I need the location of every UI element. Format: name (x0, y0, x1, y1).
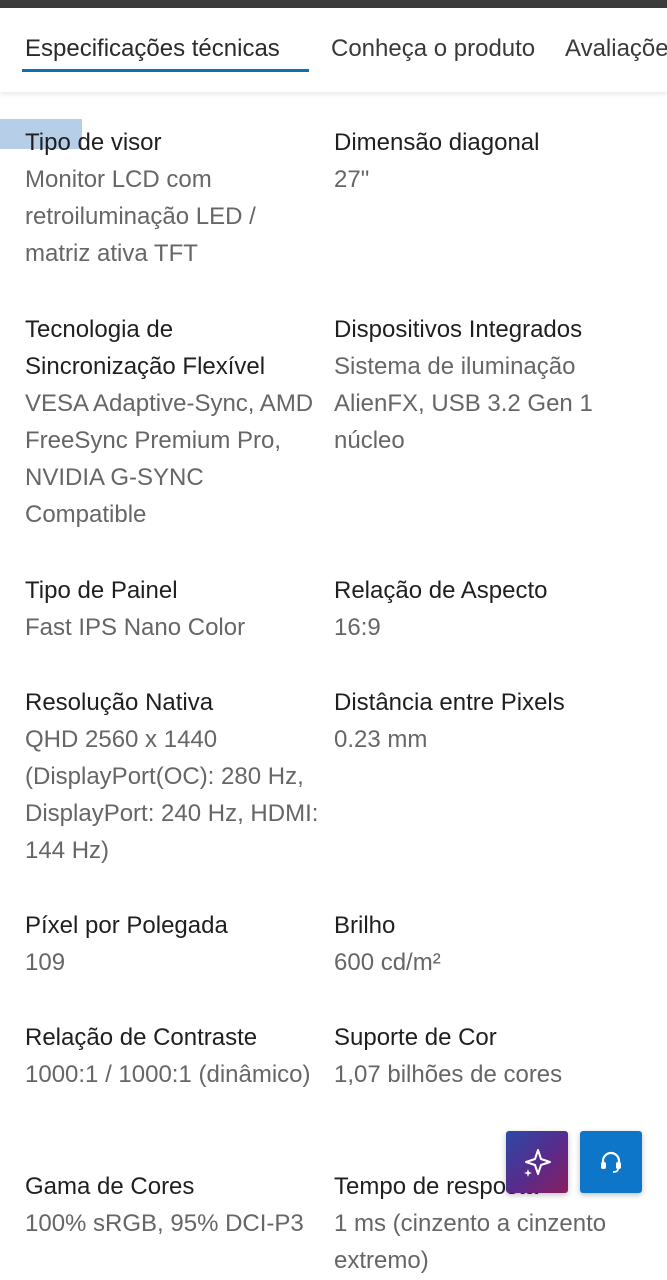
spec-value: 16:9 (334, 614, 381, 641)
spec-relacao-contraste: Relação de Contraste 1000:1 / 1000:1 (di… (25, 1019, 325, 1093)
spec-label: Tipo de Painel (25, 577, 178, 604)
active-tab-indicator (22, 69, 309, 72)
spec-gama-de-cores: Gama de Cores 100% sRGB, 95% DCI-P3 (25, 1168, 325, 1242)
spec-label: Gama de Cores (25, 1173, 195, 1200)
spec-label: Relação de Contraste (25, 1024, 258, 1051)
spec-distancia-pixels: Distância entre Pixels 0.23 mm (334, 684, 634, 758)
spec-value: 1,07 bilhões de cores (334, 1061, 563, 1088)
spec-label: Tipo de visor (25, 129, 162, 156)
tab-avaliacoes[interactable]: Avaliações (565, 32, 667, 66)
spec-label: Suporte de Cor (334, 1024, 497, 1051)
spec-value: 0.23 mm (334, 726, 428, 753)
tab-especificacoes[interactable]: Especificações técnicas (25, 32, 280, 66)
spec-tecnologia-sincronizacao: Tecnologia de Sincronização Flexível VES… (25, 311, 325, 533)
spec-value: 1000:1 / 1000:1 (dinâmico) (25, 1061, 311, 1088)
spec-tipo-de-painel: Tipo de Painel Fast IPS Nano Color (25, 572, 325, 646)
spec-value: Monitor LCD com retroiluminação LED / ma… (25, 166, 256, 267)
spec-tipo-de-visor: Tipo de visor Monitor LCD com retroilumi… (25, 124, 325, 272)
headset-icon (601, 1151, 621, 1173)
spec-pixel-por-polegada: Píxel por Polegada 109 (25, 907, 325, 981)
spec-value: 27" (334, 166, 370, 193)
spec-label: Resolução Nativa (25, 689, 214, 716)
spec-label: Relação de Aspecto (334, 577, 548, 604)
top-status-strip (0, 0, 667, 8)
support-chat-button[interactable] (580, 1131, 642, 1193)
spec-value: 109 (25, 949, 66, 976)
spec-relacao-de-aspecto: Relação de Aspecto 16:9 (334, 572, 634, 646)
spec-suporte-de-cor: Suporte de Cor 1,07 bilhões de cores (334, 1019, 634, 1093)
spec-value: Sistema de iluminação AlienFX, USB 3.2 G… (334, 353, 593, 454)
ai-assistant-button[interactable] (506, 1131, 568, 1193)
spec-dimensao-diagonal: Dimensão diagonal 27" (334, 124, 634, 198)
spec-value: 1 ms (cinzento a cinzento extremo) (334, 1210, 607, 1274)
tab-bar: Especificações técnicas Conheça o produt… (0, 8, 667, 92)
spec-value: VESA Adaptive-Sync, AMD FreeSync Premium… (25, 390, 314, 528)
sparkle-icon (524, 1149, 551, 1177)
spec-label: Brilho (334, 912, 396, 939)
spec-label: Píxel por Polegada (25, 912, 228, 939)
spec-dispositivos-integrados: Dispositivos Integrados Sistema de ilumi… (334, 311, 634, 459)
spec-value: Fast IPS Nano Color (25, 614, 246, 641)
spec-value: QHD 2560 x 1440 (DisplayPort(OC): 280 Hz… (25, 726, 319, 864)
spec-label: Dispositivos Integrados (334, 316, 583, 343)
spec-value: 100% sRGB, 95% DCI-P3 (25, 1210, 304, 1237)
spec-label: Tecnologia de Sincronização Flexível (25, 316, 266, 380)
tab-conheca-produto[interactable]: Conheça o produto (331, 32, 535, 66)
spec-label: Distância entre Pixels (334, 689, 565, 716)
spec-label: Dimensão diagonal (334, 129, 540, 156)
spec-brilho: Brilho 600 cd/m² (334, 907, 634, 981)
spec-resolucao-nativa: Resolução Nativa QHD 2560 x 1440 (Displa… (25, 684, 325, 869)
spec-value: 600 cd/m² (334, 949, 441, 976)
